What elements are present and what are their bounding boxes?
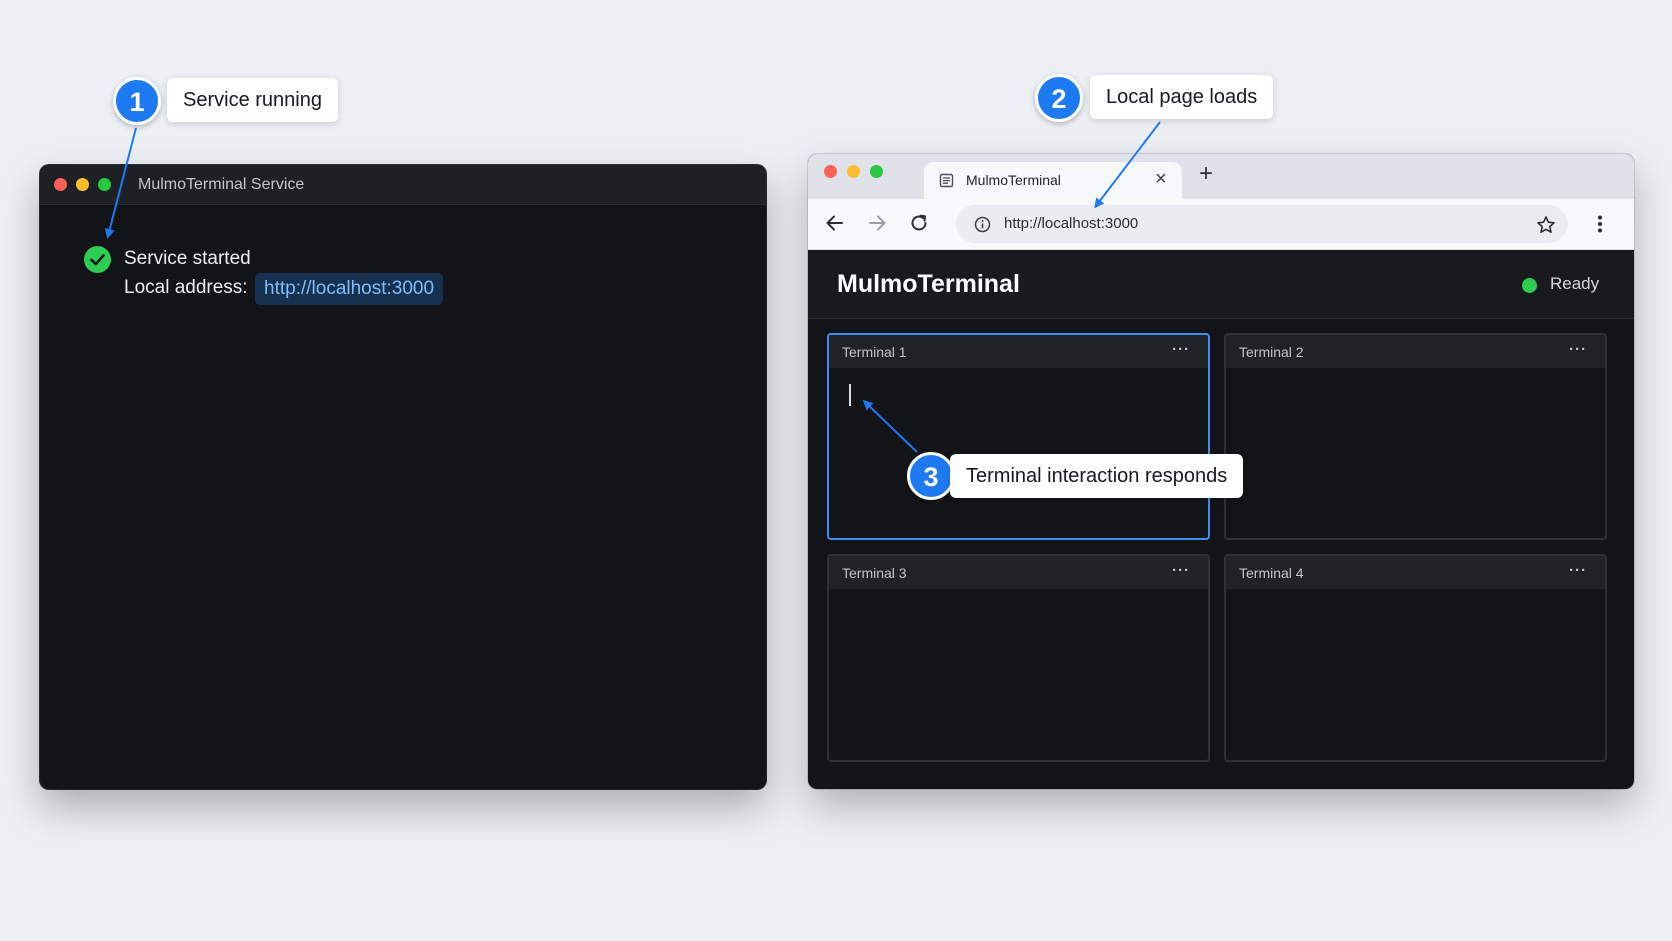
star-icon[interactable]: [1536, 215, 1556, 240]
close-tab-button[interactable]: ×: [1155, 168, 1167, 191]
tab-mulmoterminal[interactable]: MulmoTerminal ×: [924, 162, 1182, 199]
browser-toolbar: http://localhost:3000: [808, 199, 1634, 250]
pane-header: Terminal 4 ···: [1226, 556, 1605, 589]
more-horizontal-icon[interactable]: ···: [1172, 562, 1190, 579]
close-window-button[interactable]: [54, 178, 67, 191]
terminal-titlebar: MulmoTerminal Service: [40, 165, 766, 205]
document-icon: [939, 173, 954, 193]
pane-header: Terminal 2 ···: [1226, 335, 1605, 368]
more-horizontal-icon[interactable]: ···: [1172, 341, 1190, 358]
service-terminal-window: MulmoTerminal Service Service started Lo…: [40, 165, 766, 789]
more-horizontal-icon[interactable]: ···: [1569, 341, 1587, 358]
reload-icon[interactable]: [908, 212, 930, 239]
forward-arrow-icon[interactable]: [866, 212, 888, 239]
close-window-button[interactable]: [824, 165, 837, 178]
status-text: Ready: [1550, 274, 1600, 293]
minimize-window-button[interactable]: [847, 165, 860, 178]
annotation-badge-2: 2: [1035, 74, 1083, 122]
more-horizontal-icon[interactable]: ···: [1569, 562, 1587, 579]
annotation-label-3: Terminal interaction responds: [950, 454, 1244, 498]
terminal-window-title: MulmoTerminal Service: [138, 176, 305, 193]
more-vertical-icon[interactable]: [1597, 215, 1603, 238]
terminal-pane-1[interactable]: Terminal 1 ···: [827, 333, 1210, 540]
pane-header: Terminal 3 ···: [829, 556, 1208, 589]
annotation-label-1: Service running: [167, 78, 338, 122]
annotation-badge-1: 1: [113, 77, 161, 125]
address-url: http://localhost:3000: [1004, 215, 1139, 232]
annotation-badge-3: 3: [907, 452, 955, 500]
terminal-pane-2[interactable]: Terminal 2 ···: [1224, 333, 1607, 540]
tab-strip: MulmoTerminal × +: [808, 154, 1634, 199]
app-header: MulmoTerminal Ready: [808, 250, 1634, 319]
check-icon: [84, 246, 111, 273]
pane-title: Terminal 2: [1239, 344, 1304, 360]
tab-title: MulmoTerminal: [966, 172, 1061, 188]
status-indicator: [1522, 278, 1537, 293]
pane-title: Terminal 1: [842, 344, 907, 360]
minimize-window-button[interactable]: [76, 178, 89, 191]
maximize-window-button[interactable]: [98, 178, 111, 191]
pane-header: Terminal 1 ···: [829, 335, 1208, 368]
terminal-pane-4[interactable]: Terminal 4 ···: [1224, 554, 1607, 762]
address-bar[interactable]: http://localhost:3000: [956, 205, 1568, 243]
new-tab-button[interactable]: +: [1199, 160, 1213, 188]
info-icon[interactable]: [974, 216, 991, 238]
local-address-link[interactable]: http://localhost:3000: [255, 273, 444, 305]
back-arrow-icon[interactable]: [824, 212, 846, 239]
terminal-cursor: [849, 384, 851, 406]
pane-title: Terminal 3: [842, 565, 907, 581]
local-address-label: Local address:: [124, 277, 248, 298]
app-title: MulmoTerminal: [837, 270, 1020, 298]
annotation-label-2: Local page loads: [1090, 75, 1274, 119]
terminal-pane-3[interactable]: Terminal 3 ···: [827, 554, 1210, 762]
pane-title: Terminal 4: [1239, 565, 1304, 581]
service-status-text: Service started: [124, 248, 251, 269]
maximize-window-button[interactable]: [870, 165, 883, 178]
